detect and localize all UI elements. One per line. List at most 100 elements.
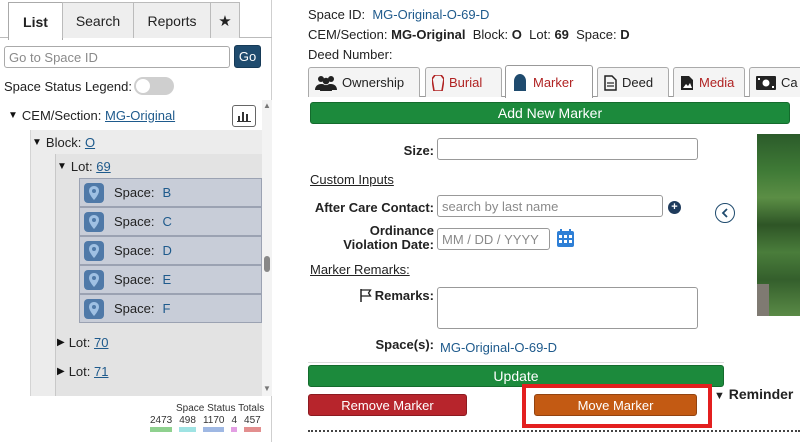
totals-label: Space Status Totals <box>176 403 265 414</box>
cem-value: MG-Original <box>391 27 466 42</box>
space-row[interactable]: Space: E <box>79 265 262 294</box>
expanded-triangle-icon: ▼ <box>32 136 42 148</box>
block-link[interactable]: O <box>85 135 95 150</box>
add-contact-icon[interactable]: + <box>668 201 681 214</box>
lot-label: Lot: <box>529 27 551 42</box>
block-label: Block: <box>472 27 509 42</box>
space-value: F <box>162 301 171 316</box>
tab-cash[interactable]: Ca <box>749 67 800 97</box>
legend-label: Space Status Legend: <box>4 78 132 94</box>
space-value: B <box>162 185 172 200</box>
map-pin-icon <box>84 269 104 290</box>
collapsed-triangle-icon: ▶ <box>57 336 65 348</box>
marker-icon <box>512 73 528 91</box>
cem-label: CEM/Section: <box>21 107 102 123</box>
tree-block-row[interactable]: ▼ Block: O <box>32 130 95 154</box>
left-panel: List Search Reports ★ Go Space Status Le… <box>0 0 272 442</box>
remove-marker-button[interactable]: Remove Marker <box>308 394 467 416</box>
scroll-down-icon[interactable]: ▼ <box>263 385 271 393</box>
remarks-label: Remarks: <box>374 288 434 303</box>
tree-scrollbar[interactable]: ▲ ▼ <box>262 100 272 396</box>
space-id-label: Space ID: <box>308 7 366 22</box>
space-id-search: Go <box>4 45 261 68</box>
deed-number-line: Deed Number: <box>308 47 393 62</box>
cash-icon <box>756 75 776 90</box>
expanded-triangle-icon: ▼ <box>8 109 18 121</box>
space-label: Space: <box>114 272 155 287</box>
tree-lot-row[interactable]: ▶ Lot: 70 <box>57 330 108 354</box>
ordinance-violation-label: Ordinance Violation Date: <box>343 223 434 252</box>
lot-link[interactable]: 71 <box>94 364 108 379</box>
add-new-marker-button[interactable]: Add New Marker <box>310 102 790 124</box>
status-total: 1170 <box>201 415 227 432</box>
go-button[interactable]: Go <box>234 45 261 68</box>
cem-link[interactable]: MG-Original <box>105 108 175 123</box>
tab-media[interactable]: Media <box>673 67 745 97</box>
chart-button[interactable] <box>232 105 256 127</box>
lot-label: Lot: <box>68 363 91 379</box>
scroll-thumb[interactable] <box>264 256 270 272</box>
tab-ownership[interactable]: Ownership <box>308 67 420 97</box>
bar-chart-icon <box>237 112 251 122</box>
space-row[interactable]: Space: D <box>79 236 262 265</box>
status-total: 457 <box>242 415 263 432</box>
map-pin-icon <box>84 240 104 261</box>
lot-link[interactable]: 70 <box>94 335 108 350</box>
space-id-input[interactable] <box>4 46 230 68</box>
space-label: Space: <box>114 301 155 316</box>
remarks-label-group: Remarks: <box>342 288 434 303</box>
dotted-separator <box>308 430 800 432</box>
tab-search[interactable]: Search <box>62 2 134 38</box>
space-label: Space: <box>114 243 155 258</box>
space-id-line: Space ID: MG-Original-O-69-D <box>308 7 489 22</box>
size-label: Size: <box>403 143 434 158</box>
chevron-left-icon <box>721 208 728 218</box>
after-care-input[interactable] <box>437 195 663 217</box>
tree-lot-row[interactable]: ▼ Lot: 69 <box>57 154 111 178</box>
tab-deed[interactable]: Deed <box>597 67 669 97</box>
status-total: 4 <box>229 415 239 432</box>
space-status-legend: Space Status Legend: <box>4 77 174 95</box>
tree-lot-row[interactable]: ▶ Lot: 71 <box>57 359 108 383</box>
reminder-label: Reminder <box>728 386 794 402</box>
reminder-toggle[interactable]: ▼ Reminder <box>714 386 793 402</box>
space-row[interactable]: Space: B <box>79 178 262 207</box>
space-row[interactable]: Space: F <box>79 294 262 323</box>
lot-link[interactable]: 69 <box>96 159 110 174</box>
legend-toggle[interactable] <box>133 77 174 95</box>
space-row[interactable]: Space: C <box>79 207 262 236</box>
space-value: C <box>162 214 172 229</box>
cem-label: CEM/Section: <box>308 27 388 42</box>
size-input[interactable] <box>437 138 698 160</box>
flag-icon <box>359 289 372 302</box>
custom-inputs-heading: Custom Inputs <box>310 172 394 187</box>
deed-number-label: Deed Number: <box>308 47 393 62</box>
map-pin-icon <box>84 211 104 232</box>
document-icon <box>604 74 617 91</box>
expanded-triangle-icon: ▼ <box>714 390 725 402</box>
tab-list[interactable]: List <box>8 2 63 40</box>
divider <box>308 362 724 363</box>
tab-marker[interactable]: Marker <box>505 65 593 98</box>
after-care-label: After Care Contact: <box>314 200 434 215</box>
space-value: D <box>162 243 172 258</box>
calendar-icon[interactable] <box>557 229 574 247</box>
tab-reports[interactable]: Reports <box>133 2 211 38</box>
map-pin-icon <box>84 182 104 203</box>
previous-photo-button[interactable] <box>715 203 735 223</box>
lot-label: Lot: <box>70 158 93 174</box>
violation-date-input[interactable]: MM / DD / YYYY <box>437 228 550 250</box>
right-panel: Space ID: MG-Original-O-69-D CEM/Section… <box>272 0 800 442</box>
move-marker-button[interactable]: Move Marker <box>534 394 697 416</box>
tab-burial[interactable]: Burial <box>425 67 502 97</box>
tree-cem-row[interactable]: ▼ CEM/Section: MG-Original <box>0 100 262 130</box>
lot-label: Lot: <box>68 334 91 350</box>
remarks-textarea[interactable] <box>437 287 698 329</box>
tab-favorites[interactable]: ★ <box>210 2 240 38</box>
image-icon <box>680 75 694 91</box>
users-icon <box>315 75 337 91</box>
space-tree: ▼ CEM/Section: MG-Original ▼ Block: O ▼ … <box>0 100 262 396</box>
space-label: Space: <box>114 185 155 200</box>
status-totals: 2473 498 1170 4 457 <box>148 415 266 433</box>
scroll-up-icon[interactable]: ▲ <box>263 102 271 110</box>
